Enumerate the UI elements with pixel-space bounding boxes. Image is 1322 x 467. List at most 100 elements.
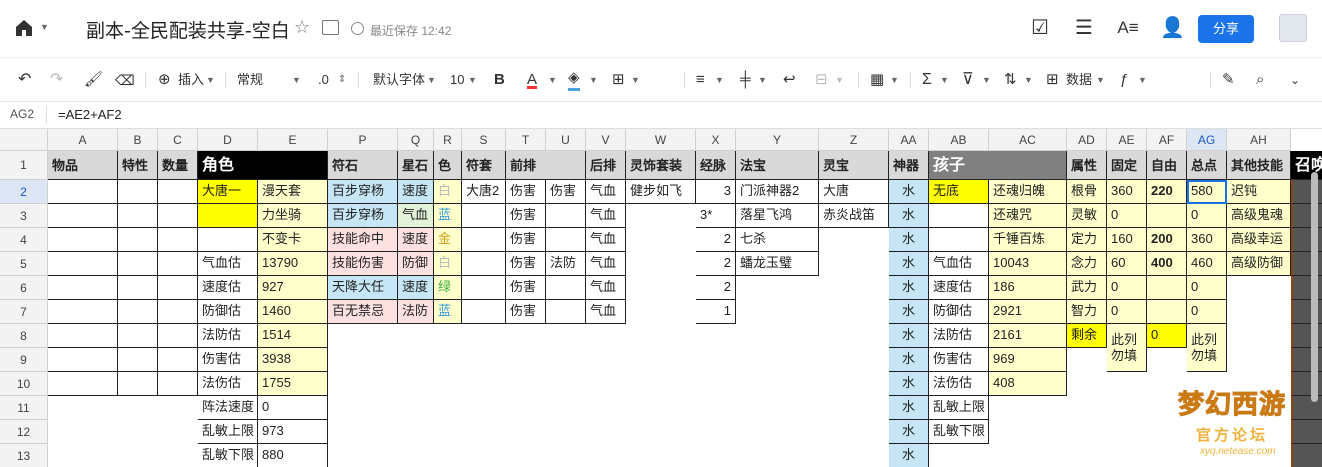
cell-y4[interactable]: 七杀: [736, 228, 819, 252]
cell-a8[interactable]: [48, 324, 118, 348]
insert-plus-icon[interactable]: ⊕: [158, 69, 171, 91]
cell-ac2[interactable]: 还魂归魄: [989, 180, 1067, 204]
cell-r7[interactable]: 蓝: [434, 300, 462, 324]
cell-aa2[interactable]: 水: [889, 180, 929, 204]
cell-b8[interactable]: [118, 324, 158, 348]
column-header-ad[interactable]: AD: [1067, 129, 1107, 151]
cell-d6[interactable]: 速度估: [198, 276, 258, 300]
cell-s2[interactable]: 大唐2: [462, 180, 506, 204]
cell-af5[interactable]: 400: [1147, 252, 1187, 276]
chevron-down-icon[interactable]: ▼: [427, 69, 436, 91]
cell-u4[interactable]: [546, 228, 586, 252]
cell-b2[interactable]: [118, 180, 158, 204]
collaborators-icon[interactable]: 👤: [1160, 16, 1185, 40]
column-header-w[interactable]: W: [626, 129, 696, 151]
cell-s6[interactable]: [462, 276, 506, 300]
cell-a3[interactable]: [48, 204, 118, 228]
cell-aa10[interactable]: 水: [889, 372, 929, 396]
row-header-8[interactable]: 8: [0, 324, 48, 348]
avatar[interactable]: [1279, 14, 1307, 42]
cell-q6[interactable]: 速度: [398, 276, 434, 300]
cell-aa4[interactable]: 水: [889, 228, 929, 252]
cell-b3[interactable]: [118, 204, 158, 228]
cell-ae2[interactable]: 360: [1107, 180, 1147, 204]
cell-y3[interactable]: 落星飞鸿: [736, 204, 819, 228]
cell-e5[interactable]: 13790: [258, 252, 328, 276]
column-header-s[interactable]: S: [462, 129, 506, 151]
cell-t3[interactable]: 伤害: [506, 204, 546, 228]
cell-aa1[interactable]: 神器: [889, 151, 929, 180]
column-header-aa[interactable]: AA: [889, 129, 929, 151]
sort-icon[interactable]: ⇅: [1004, 69, 1017, 91]
column-header-z[interactable]: Z: [819, 129, 889, 151]
font-color-button[interactable]: A: [527, 69, 537, 91]
borders-icon[interactable]: ⊞: [612, 69, 625, 91]
share-button[interactable]: 分享: [1198, 15, 1254, 43]
cell-p2[interactable]: 百步穿杨: [328, 180, 398, 204]
insert-menu[interactable]: 插入: [178, 69, 204, 91]
cell-r1[interactable]: 色: [434, 151, 462, 180]
cell-t4[interactable]: 伤害: [506, 228, 546, 252]
cell-r2[interactable]: 白: [434, 180, 462, 204]
number-format-select[interactable]: 常规: [237, 69, 263, 91]
cell-ag8[interactable]: 此列 勿填: [1187, 324, 1227, 372]
cell-a10[interactable]: [48, 372, 118, 396]
cell-ab3[interactable]: [929, 204, 989, 228]
filter-icon[interactable]: ⊽: [962, 69, 974, 91]
cell-c2[interactable]: [158, 180, 198, 204]
cell-ac4[interactable]: 千锤百炼: [989, 228, 1067, 252]
cell-p4[interactable]: 技能命中: [328, 228, 398, 252]
cell-ab5[interactable]: 气血估: [929, 252, 989, 276]
cell-ac9[interactable]: 969: [989, 348, 1067, 372]
cell-p1[interactable]: 符石: [328, 151, 398, 180]
cell-c6[interactable]: [158, 276, 198, 300]
row-header-2[interactable]: 2: [0, 180, 48, 204]
cell-s4[interactable]: [462, 228, 506, 252]
cell-q3[interactable]: 气血: [398, 204, 434, 228]
column-header-c[interactable]: C: [158, 129, 198, 151]
task-add-icon[interactable]: ☑: [1028, 16, 1052, 40]
vertical-scrollbar[interactable]: [1311, 172, 1318, 402]
cell-b6[interactable]: [118, 276, 158, 300]
decimal-places[interactable]: .0: [318, 69, 329, 91]
data-icon[interactable]: ⊞: [1046, 69, 1059, 91]
function-icon[interactable]: ƒ: [1120, 69, 1128, 91]
cell-c1[interactable]: 数量: [158, 151, 198, 180]
cell-d10[interactable]: 法伤估: [198, 372, 258, 396]
cell-p3[interactable]: 百步穿杨: [328, 204, 398, 228]
chevron-down-icon[interactable]: ▼: [206, 69, 215, 91]
column-header-y[interactable]: Y: [736, 129, 819, 151]
wrap-text-icon[interactable]: ↩: [783, 69, 796, 91]
cell-u5[interactable]: 法防: [546, 252, 586, 276]
cell-v4[interactable]: 气血: [586, 228, 626, 252]
cell-af2[interactable]: 220: [1147, 180, 1187, 204]
cell-ad7[interactable]: 智力: [1067, 300, 1107, 324]
cell-af1[interactable]: 自由: [1147, 151, 1187, 180]
chevron-down-icon[interactable]: ▼: [292, 69, 301, 91]
cell-x2[interactable]: 3: [696, 180, 736, 204]
chevron-down-icon[interactable]: ▼: [715, 69, 724, 91]
chevron-down-icon[interactable]: ▼: [548, 69, 557, 91]
cell-ae6[interactable]: 0: [1107, 276, 1147, 300]
cell-e7[interactable]: 1460: [258, 300, 328, 324]
chevron-down-icon[interactable]: ▼: [631, 69, 640, 91]
cell-v3[interactable]: 气血: [586, 204, 626, 228]
data-menu[interactable]: 数据: [1066, 69, 1092, 91]
cell-af8[interactable]: 0: [1147, 324, 1187, 348]
column-header-x[interactable]: X: [696, 129, 736, 151]
format-painter-icon[interactable]: 🖌: [84, 69, 103, 91]
cell-a7[interactable]: [48, 300, 118, 324]
cell-r5[interactable]: 白: [434, 252, 462, 276]
cell-aa12[interactable]: 水: [889, 420, 929, 444]
cell-aa11[interactable]: 水: [889, 396, 929, 420]
cell-ac5[interactable]: 10043: [989, 252, 1067, 276]
cell-s7[interactable]: [462, 300, 506, 324]
cell-x4[interactable]: 2: [696, 228, 736, 252]
cell-p6[interactable]: 天降大任: [328, 276, 398, 300]
cell-ac6[interactable]: 186: [989, 276, 1067, 300]
redo-icon[interactable]: ↷: [50, 69, 63, 91]
column-header-d[interactable]: D: [198, 129, 258, 151]
chevron-down-icon[interactable]: ▼: [40, 22, 49, 32]
row-header-11[interactable]: 11: [0, 396, 48, 420]
cell-ag1[interactable]: 总点: [1187, 151, 1227, 180]
